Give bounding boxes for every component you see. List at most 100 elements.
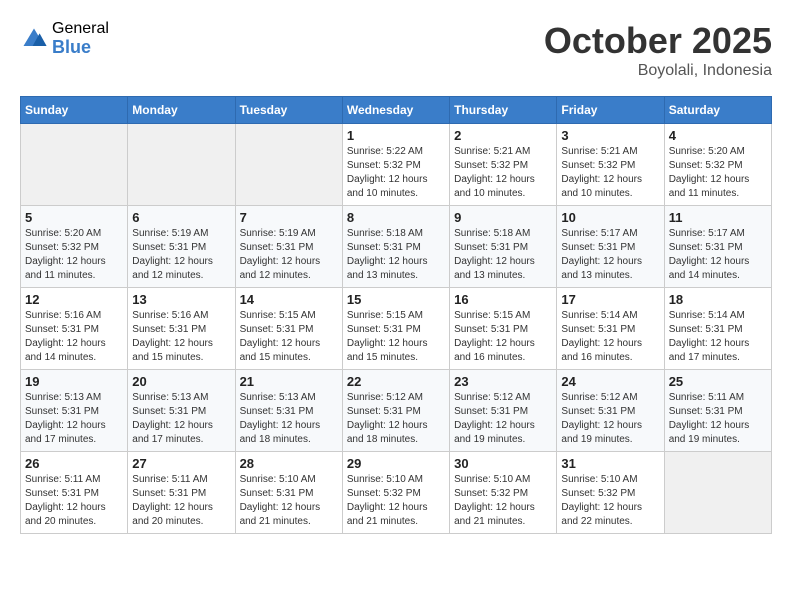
calendar-cell: 7 Sunrise: 5:19 AM Sunset: 5:31 PM Daylig… (235, 206, 342, 288)
calendar-header-tuesday: Tuesday (235, 97, 342, 124)
calendar-cell: 21 Sunrise: 5:13 AM Sunset: 5:31 PM Dayli… (235, 370, 342, 452)
day-info: Sunrise: 5:13 AM Sunset: 5:31 PM Dayligh… (25, 391, 123, 447)
day-info: Sunrise: 5:16 AM Sunset: 5:31 PM Dayligh… (132, 309, 230, 365)
day-number: 23 (454, 374, 552, 389)
day-number: 8 (347, 210, 445, 225)
calendar-header-monday: Monday (128, 97, 235, 124)
calendar-week-row: 26Sunrise: 5:11 AM Sunset: 5:31 PM Dayli… (21, 452, 772, 534)
day-number: 17 (561, 292, 659, 307)
day-info: Sunrise: 5:15 AM Sunset: 5:31 PM Dayligh… (347, 309, 445, 365)
day-number: 27 (132, 456, 230, 471)
calendar-cell: 31 Sunrise: 5:10 AM Sunset: 5:32 PM Dayli… (557, 452, 664, 534)
day-number: 13 (132, 292, 230, 307)
calendar-cell: 18Sunrise: 5:14 AM Sunset: 5:31 PM Dayli… (664, 288, 771, 370)
logo-general: General (52, 20, 109, 38)
day-info: Sunrise: 5:10 AM Sunset: 5:32 PM Dayligh… (561, 473, 659, 529)
day-number: 7 (240, 210, 338, 225)
logo-icon (20, 25, 48, 53)
calendar-cell: 28 Sunrise: 5:10 AM Sunset: 5:31 PM Dayli… (235, 452, 342, 534)
day-info: Sunrise: 5:17 AM Sunset: 5:31 PM Dayligh… (669, 227, 767, 283)
calendar-cell: 14Sunrise: 5:15 AM Sunset: 5:31 PM Dayli… (235, 288, 342, 370)
day-number: 5 (25, 210, 123, 225)
calendar-cell: 8 Sunrise: 5:18 AM Sunset: 5:31 PM Daylig… (342, 206, 449, 288)
day-info: Sunrise: 5:19 AM Sunset: 5:31 PM Dayligh… (240, 227, 338, 283)
calendar-cell (664, 452, 771, 534)
calendar-cell: 5 Sunrise: 5:20 AM Sunset: 5:32 PM Daylig… (21, 206, 128, 288)
calendar-cell (128, 124, 235, 206)
day-info: Sunrise: 5:18 AM Sunset: 5:31 PM Dayligh… (454, 227, 552, 283)
calendar-header-sunday: Sunday (21, 97, 128, 124)
day-info: Sunrise: 5:10 AM Sunset: 5:32 PM Dayligh… (347, 473, 445, 529)
day-number: 9 (454, 210, 552, 225)
day-info: Sunrise: 5:19 AM Sunset: 5:31 PM Dayligh… (132, 227, 230, 283)
calendar-cell: 30Sunrise: 5:10 AM Sunset: 5:32 PM Dayli… (450, 452, 557, 534)
day-number: 16 (454, 292, 552, 307)
day-number: 21 (240, 374, 338, 389)
calendar-week-row: 12 Sunrise: 5:16 AM Sunset: 5:31 PM Dayli… (21, 288, 772, 370)
day-number: 15 (347, 292, 445, 307)
day-number: 31 (561, 456, 659, 471)
calendar-header-row: SundayMondayTuesdayWednesdayThursdayFrid… (21, 97, 772, 124)
calendar-cell: 9 Sunrise: 5:18 AM Sunset: 5:31 PM Daylig… (450, 206, 557, 288)
day-info: Sunrise: 5:20 AM Sunset: 5:32 PM Dayligh… (669, 145, 767, 201)
calendar-cell: 12Sunrise: 5:16 AM Sunset: 5:31 PM Dayli… (21, 288, 128, 370)
calendar-header-thursday: Thursday (450, 97, 557, 124)
calendar-cell: 17 Sunrise: 5:14 AM Sunset: 5:31 PM Dayli… (557, 288, 664, 370)
location: Boyolali, Indonesia (544, 62, 772, 80)
logo-blue: Blue (52, 38, 109, 58)
calendar-cell: 4 Sunrise: 5:20 AM Sunset: 5:32 PM Daylig… (664, 124, 771, 206)
calendar-cell: 16 Sunrise: 5:15 AM Sunset: 5:31 PM Dayli… (450, 288, 557, 370)
day-number: 30 (454, 456, 552, 471)
calendar-cell: 11 Sunrise: 5:17 AM Sunset: 5:31 PM Dayli… (664, 206, 771, 288)
day-number: 4 (669, 128, 767, 143)
day-info: Sunrise: 5:11 AM Sunset: 5:31 PM Dayligh… (25, 473, 123, 529)
day-number: 19 (25, 374, 123, 389)
day-number: 29 (347, 456, 445, 471)
day-info: Sunrise: 5:10 AM Sunset: 5:31 PM Dayligh… (240, 473, 338, 529)
day-info: Sunrise: 5:20 AM Sunset: 5:32 PM Dayligh… (25, 227, 123, 283)
day-info: Sunrise: 5:22 AM Sunset: 5:32 PM Dayligh… (347, 145, 445, 201)
calendar-cell: 13 Sunrise: 5:16 AM Sunset: 5:31 PM Dayli… (128, 288, 235, 370)
calendar-cell: 19 Sunrise: 5:13 AM Sunset: 5:31 PM Dayli… (21, 370, 128, 452)
calendar-cell: 20 Sunrise: 5:13 AM Sunset: 5:31 PM Dayli… (128, 370, 235, 452)
day-number: 11 (669, 210, 767, 225)
day-number: 3 (561, 128, 659, 143)
day-info: Sunrise: 5:11 AM Sunset: 5:31 PM Dayligh… (132, 473, 230, 529)
day-info: Sunrise: 5:14 AM Sunset: 5:31 PM Dayligh… (561, 309, 659, 365)
logo: General Blue (20, 20, 109, 57)
calendar-cell: 25Sunrise: 5:11 AM Sunset: 5:31 PM Dayli… (664, 370, 771, 452)
day-info: Sunrise: 5:21 AM Sunset: 5:32 PM Dayligh… (454, 145, 552, 201)
day-info: Sunrise: 5:13 AM Sunset: 5:31 PM Dayligh… (240, 391, 338, 447)
calendar-cell: 27 Sunrise: 5:11 AM Sunset: 5:31 PM Dayli… (128, 452, 235, 534)
day-info: Sunrise: 5:21 AM Sunset: 5:32 PM Dayligh… (561, 145, 659, 201)
calendar-week-row: 1 Sunrise: 5:22 AM Sunset: 5:32 PM Daylig… (21, 124, 772, 206)
calendar-header-saturday: Saturday (664, 97, 771, 124)
day-number: 20 (132, 374, 230, 389)
calendar-cell: 26Sunrise: 5:11 AM Sunset: 5:31 PM Dayli… (21, 452, 128, 534)
day-info: Sunrise: 5:17 AM Sunset: 5:31 PM Dayligh… (561, 227, 659, 283)
day-number: 6 (132, 210, 230, 225)
logo-text: General Blue (52, 20, 109, 57)
day-number: 2 (454, 128, 552, 143)
day-number: 12 (25, 292, 123, 307)
calendar-cell: 23Sunrise: 5:12 AM Sunset: 5:31 PM Dayli… (450, 370, 557, 452)
day-info: Sunrise: 5:15 AM Sunset: 5:31 PM Dayligh… (454, 309, 552, 365)
day-number: 1 (347, 128, 445, 143)
calendar-cell: 2 Sunrise: 5:21 AM Sunset: 5:32 PM Daylig… (450, 124, 557, 206)
day-number: 10 (561, 210, 659, 225)
day-number: 25 (669, 374, 767, 389)
calendar-cell: 15 Sunrise: 5:15 AM Sunset: 5:31 PM Dayli… (342, 288, 449, 370)
calendar-header-wednesday: Wednesday (342, 97, 449, 124)
day-info: Sunrise: 5:18 AM Sunset: 5:31 PM Dayligh… (347, 227, 445, 283)
day-info: Sunrise: 5:12 AM Sunset: 5:31 PM Dayligh… (347, 391, 445, 447)
day-number: 22 (347, 374, 445, 389)
calendar-week-row: 5 Sunrise: 5:20 AM Sunset: 5:32 PM Daylig… (21, 206, 772, 288)
calendar-cell: 1 Sunrise: 5:22 AM Sunset: 5:32 PM Daylig… (342, 124, 449, 206)
calendar-cell (235, 124, 342, 206)
calendar-cell: 10 Sunrise: 5:17 AM Sunset: 5:31 PM Dayli… (557, 206, 664, 288)
day-info: Sunrise: 5:12 AM Sunset: 5:31 PM Dayligh… (561, 391, 659, 447)
calendar-cell: 3 Sunrise: 5:21 AM Sunset: 5:32 PM Daylig… (557, 124, 664, 206)
day-number: 24 (561, 374, 659, 389)
day-info: Sunrise: 5:13 AM Sunset: 5:31 PM Dayligh… (132, 391, 230, 447)
day-number: 28 (240, 456, 338, 471)
